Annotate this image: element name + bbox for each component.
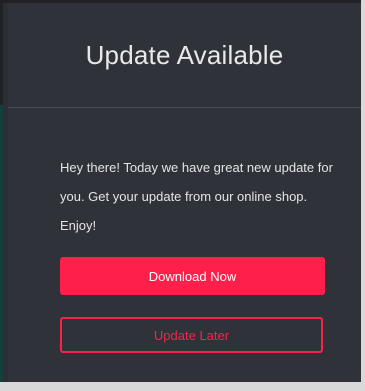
right-edge <box>361 0 365 391</box>
dialog-header: Update Available <box>8 3 361 107</box>
dialog-title: Update Available <box>85 39 284 70</box>
dialog-message: Hey there! Today we have great new updat… <box>60 160 333 233</box>
bottom-edge <box>0 382 365 391</box>
header-divider <box>8 107 361 108</box>
background-strip <box>0 105 3 385</box>
screen-frame: Update Available Hey there! Today we hav… <box>0 0 365 391</box>
update-later-button[interactable]: Update Later <box>60 317 323 353</box>
update-dialog: Update Available Hey there! Today we hav… <box>8 3 361 382</box>
download-now-button[interactable]: Download Now <box>60 257 325 295</box>
